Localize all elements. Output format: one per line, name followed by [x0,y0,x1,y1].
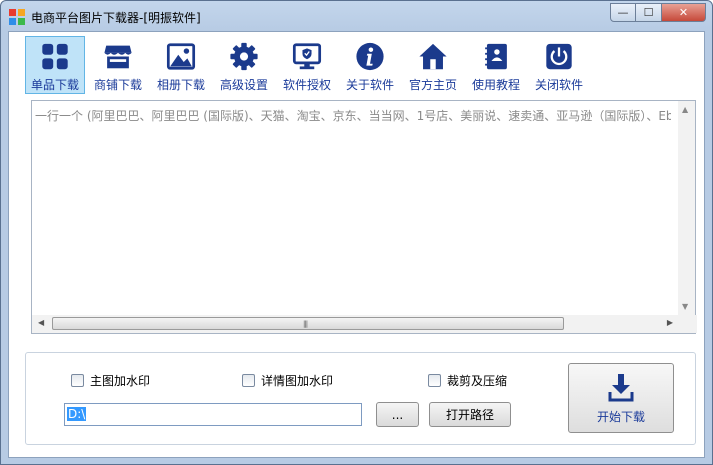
store-icon [104,45,132,69]
grid-icon [42,43,68,70]
horizontal-scroll-thumb[interactable]: ||| [52,317,564,330]
home-icon [419,43,447,70]
options-panel: 主图加水印 详情图加水印 裁剪及压缩 D:\ ... 打开路径 开始下载 [25,352,696,445]
scroll-down-icon[interactable]: ▼ [682,302,688,311]
info-icon [356,42,384,71]
window-title: 电商平台图片下载器-[明振软件] [31,11,201,25]
vertical-scrollbar[interactable]: ▲ ▼ [678,101,695,315]
tool-label: 高级设置 [219,78,268,92]
tool-single-download[interactable]: 单品下载 [25,36,85,94]
save-path-input[interactable]: D:\ [64,403,362,426]
image-icon [166,43,196,70]
client-area: 单品下载 商铺下载 相册下载 高级设置 软件授权 关于软件 官方主页 使用教程 … [8,31,705,458]
power-icon [546,43,572,70]
app-window: 电商平台图片下载器-[明振软件] — ☐ ✕ 单品下载 商铺下载 相册下载 高级… [0,0,713,465]
tool-store-download[interactable]: 商铺下载 [88,36,148,94]
title-bar[interactable]: 电商平台图片下载器-[明振软件] — ☐ ✕ [1,1,712,31]
checkbox-label: 详情图加水印 [261,374,334,388]
horizontal-scrollbar[interactable]: ◀ ||| ▶ [32,315,697,333]
start-download-button[interactable]: 开始下载 [568,363,674,433]
tool-tutorial[interactable]: 使用教程 [466,36,526,94]
checkbox-label: 主图加水印 [90,374,151,388]
crop-compress-checkbox[interactable]: 裁剪及压缩 [428,372,507,389]
tool-about[interactable]: 关于软件 [340,36,400,94]
tool-album-download[interactable]: 相册下载 [151,36,211,94]
tool-homepage[interactable]: 官方主页 [403,36,463,94]
start-download-label: 开始下载 [596,410,645,424]
tool-advanced-settings[interactable]: 高级设置 [214,36,274,94]
url-input-placeholder: 一行一个 (阿里巴巴、阿里巴巴 (国际版)、天猫、淘宝、京东、当当网、1号店、美… [35,109,671,123]
minimize-button[interactable]: — [610,3,636,22]
tool-label: 软件授权 [282,78,331,92]
tool-license[interactable]: 软件授权 [277,36,337,94]
tool-label: 商铺下载 [93,78,142,92]
open-path-button[interactable]: 打开路径 [429,402,511,427]
manual-icon [485,43,507,70]
toolbar: 单品下载 商铺下载 相册下载 高级设置 软件授权 关于软件 官方主页 使用教程 … [25,36,592,94]
tool-label: 单品下载 [30,78,79,92]
close-window-button[interactable]: ✕ [662,3,706,22]
tool-label: 关闭软件 [534,78,583,92]
tool-label: 使用教程 [471,78,520,92]
browse-button[interactable]: ... [376,402,419,427]
main-image-watermark-checkbox[interactable]: 主图加水印 [71,372,150,389]
tool-exit[interactable]: 关闭软件 [529,36,589,94]
grip-icon: ||| [303,320,308,328]
maximize-button[interactable]: ☐ [636,3,662,22]
checkbox-label: 裁剪及压缩 [447,374,508,388]
detail-image-watermark-checkbox[interactable]: 详情图加水印 [242,372,333,389]
save-path-value: D:\ [67,407,87,421]
checkbox-box[interactable] [428,374,441,387]
scroll-up-icon[interactable]: ▲ [682,105,688,114]
url-input-area[interactable]: 一行一个 (阿里巴巴、阿里巴巴 (国际版)、天猫、淘宝、京东、当当网、1号店、美… [31,100,697,334]
scroll-right-icon[interactable]: ▶ [667,318,673,327]
tool-label: 关于软件 [345,78,394,92]
app-logo-icon [9,9,25,25]
tool-label: 相册下载 [156,78,205,92]
scroll-left-icon[interactable]: ◀ [38,318,44,327]
monitor-shield-icon [292,43,322,70]
gear-icon [230,42,258,71]
checkbox-box[interactable] [71,374,84,387]
tool-label: 官方主页 [408,78,457,92]
checkbox-box[interactable] [242,374,255,387]
download-icon [608,374,634,402]
